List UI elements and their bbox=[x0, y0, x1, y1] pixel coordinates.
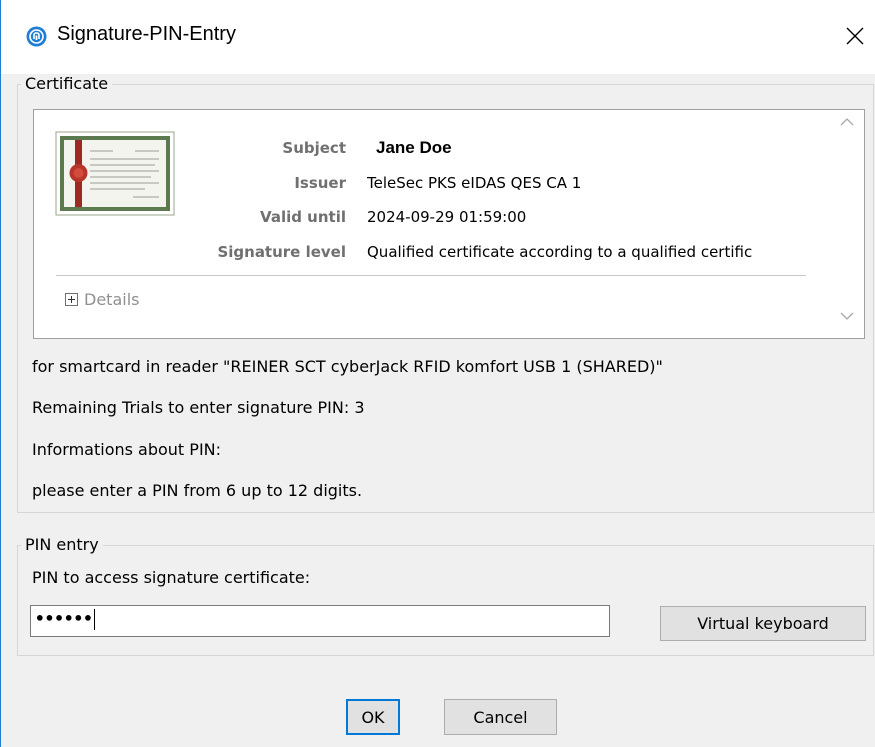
ok-button[interactable]: OK bbox=[346, 699, 400, 735]
certificate-group-legend: Certificate bbox=[21, 74, 113, 93]
certificate-panel: Subject Jane Doe Issuer TeleSec PKS eIDA… bbox=[33, 109, 865, 339]
issuer-value: TeleSec PKS eIDAS QES CA 1 bbox=[367, 174, 582, 192]
text-caret bbox=[93, 609, 95, 630]
issuer-label: Issuer bbox=[294, 174, 346, 192]
valid-until-label: Valid until bbox=[260, 208, 346, 226]
details-expander[interactable]: Details bbox=[65, 290, 139, 309]
pin-input[interactable]: •••••• bbox=[30, 605, 610, 637]
pin-masked-value: •••••• bbox=[35, 609, 93, 628]
remaining-trials-text: Remaining Trials to enter signature PIN:… bbox=[32, 398, 365, 417]
pin-info-heading: Informations about PIN: bbox=[32, 440, 222, 459]
signature-level-value: Qualified certificate according to a qua… bbox=[367, 243, 753, 261]
cancel-button[interactable]: Cancel bbox=[444, 699, 557, 735]
subject-label: Subject bbox=[282, 139, 346, 157]
dialog-window: Signature-PIN-Entry Certificate Subject … bbox=[0, 0, 875, 747]
title-bar: Signature-PIN-Entry bbox=[1, 0, 875, 74]
reader-info-text: for smartcard in reader "REINER SCT cybe… bbox=[32, 357, 663, 376]
close-button[interactable] bbox=[837, 18, 873, 54]
virtual-keyboard-button[interactable]: Virtual keyboard bbox=[660, 606, 866, 641]
valid-until-value: 2024-09-29 01:59:00 bbox=[367, 208, 527, 226]
chevron-up-icon[interactable] bbox=[838, 113, 856, 131]
window-title: Signature-PIN-Entry bbox=[57, 23, 236, 45]
certificate-scrollbar[interactable] bbox=[832, 111, 862, 337]
pin-entry-group-legend: PIN entry bbox=[21, 535, 103, 554]
details-divider bbox=[56, 275, 806, 276]
signature-level-label: Signature level bbox=[217, 243, 346, 261]
chevron-down-icon[interactable] bbox=[838, 307, 856, 325]
fingerprint-shield-icon bbox=[26, 26, 47, 47]
pin-hint-text: please enter a PIN from 6 up to 12 digit… bbox=[32, 481, 363, 500]
subject-value: Jane Doe bbox=[376, 138, 452, 157]
close-icon bbox=[846, 27, 864, 45]
pin-field-label: PIN to access signature certificate: bbox=[32, 568, 311, 587]
details-label: Details bbox=[84, 290, 140, 309]
expand-plus-icon bbox=[65, 293, 78, 306]
